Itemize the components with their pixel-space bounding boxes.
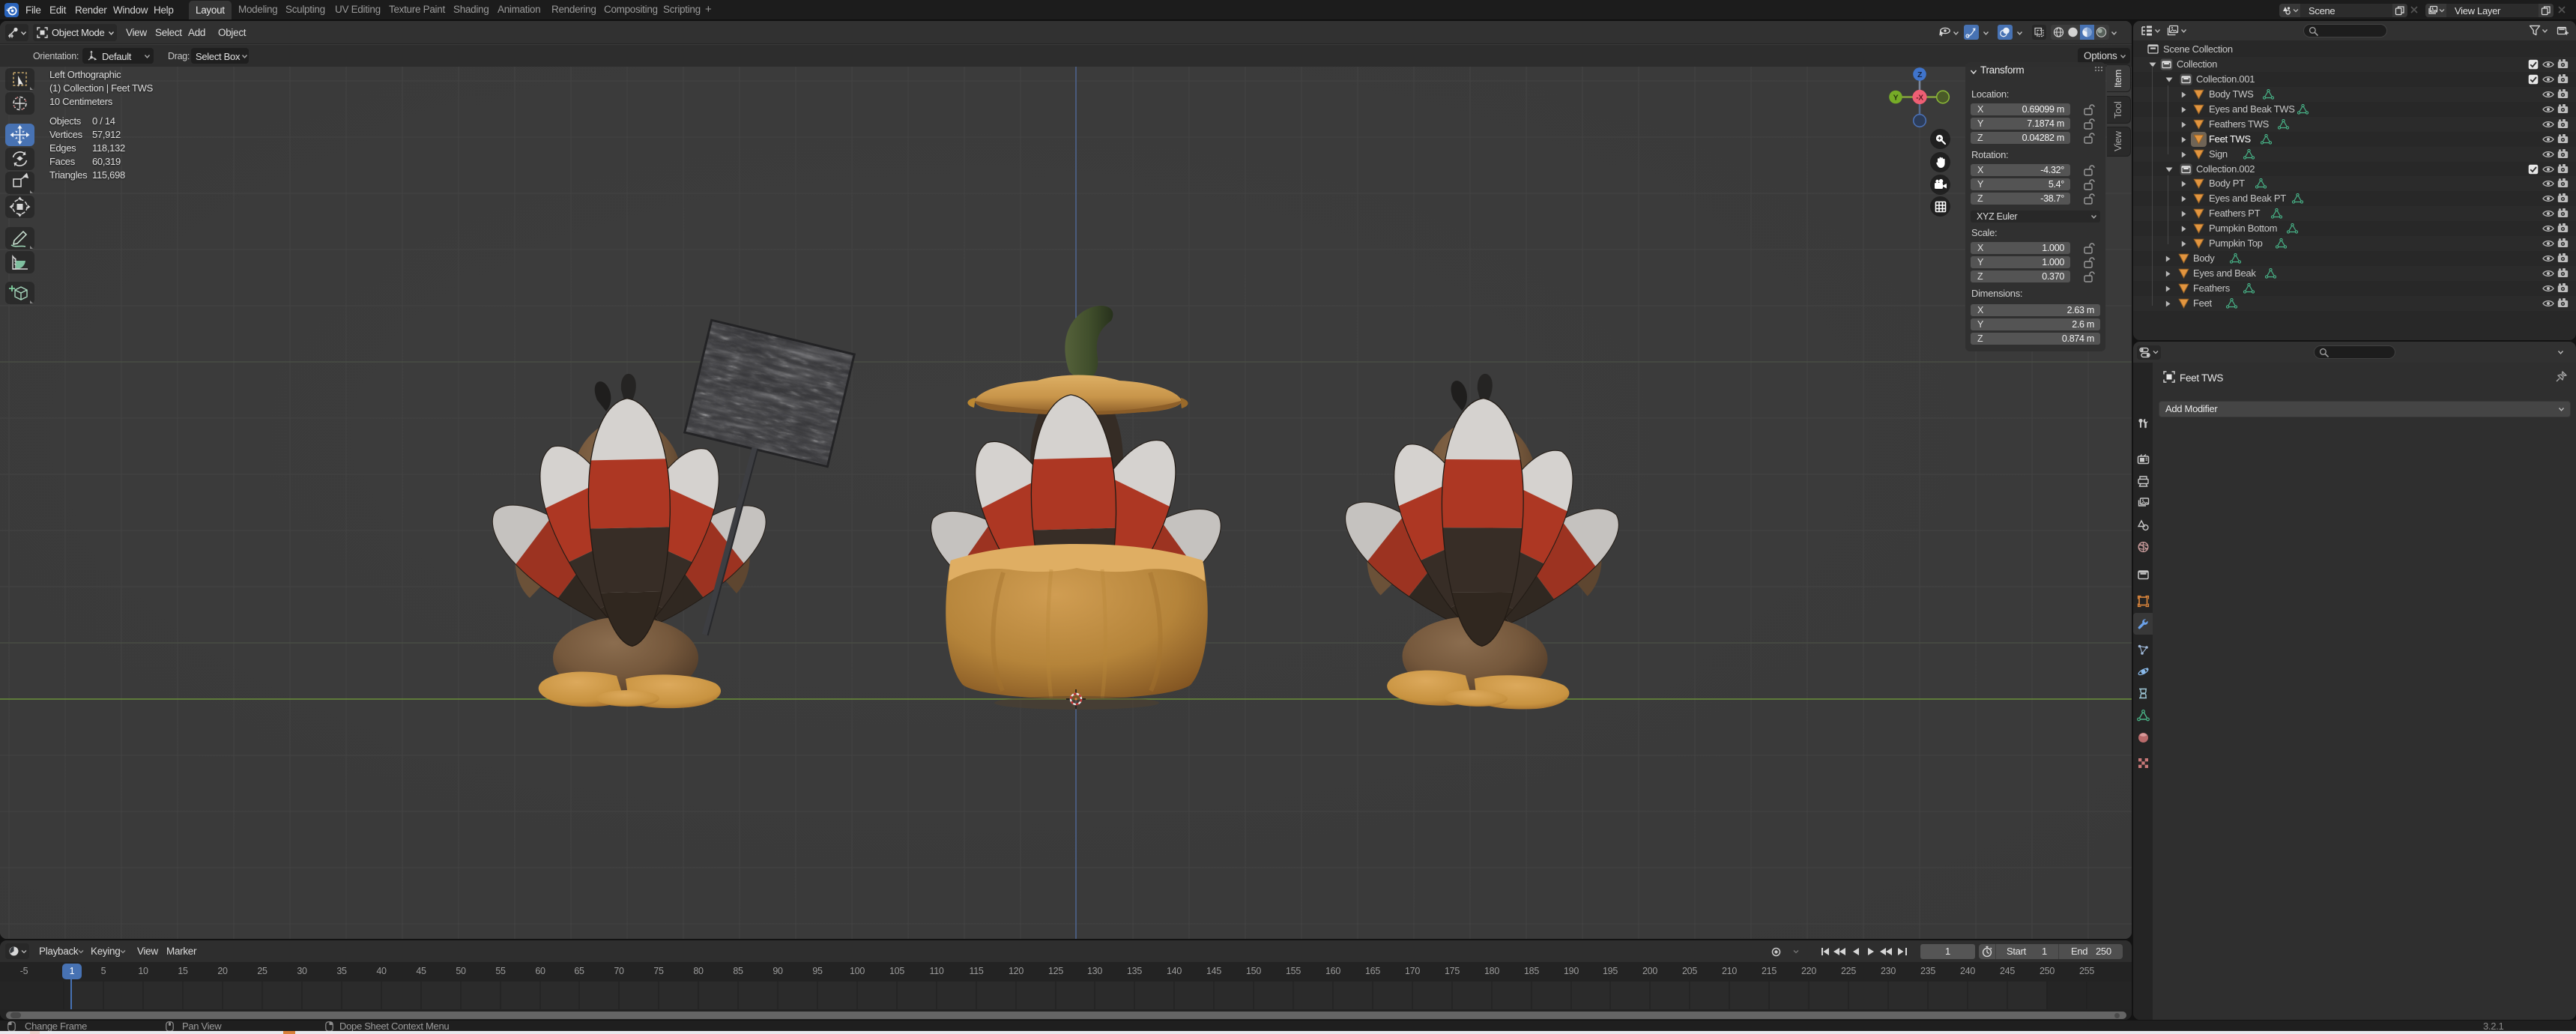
svg-text:-X: -X <box>1916 94 1923 103</box>
svg-text:Z: Z <box>1917 70 1923 79</box>
svg-text:Y: Y <box>1893 93 1899 102</box>
